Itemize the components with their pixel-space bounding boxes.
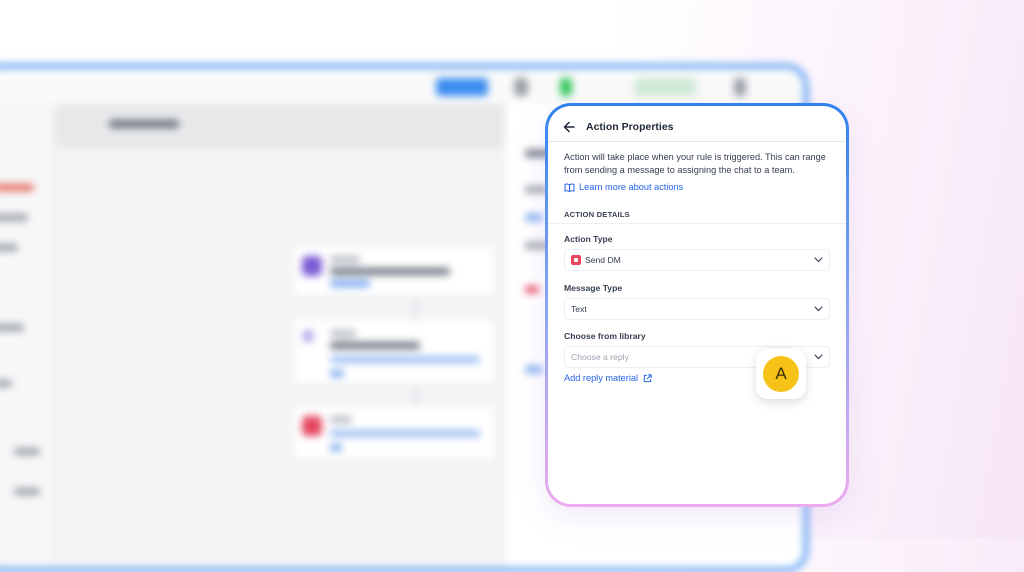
background-topbar-icon: [514, 78, 528, 96]
background-flow-card: [294, 406, 494, 460]
chevron-down-icon: [814, 257, 823, 263]
background-connector: [414, 298, 416, 318]
message-type-label: Message Type: [564, 283, 623, 293]
background-card-line: [330, 370, 344, 377]
background-sidebar-item: [0, 184, 34, 191]
background-sidebar-item: [0, 380, 12, 387]
avatar-card: A: [756, 349, 806, 399]
learn-more-label: Learn more about actions: [579, 182, 684, 192]
action-type-value: Send DM: [585, 255, 621, 265]
background-card-line: [330, 330, 356, 337]
message-type-value: Text: [571, 304, 587, 314]
avatar: A: [763, 356, 799, 392]
panel-title: Action Properties: [586, 121, 674, 133]
background-card-line: [330, 430, 480, 437]
send-dm-icon: [571, 255, 581, 265]
background-topbar: [0, 68, 804, 105]
background-sidebar-item: [0, 324, 24, 331]
background-card-icon: [302, 416, 322, 436]
background-subtitle: [109, 120, 179, 128]
add-reply-material-link[interactable]: Add reply material: [564, 373, 652, 383]
message-type-select[interactable]: Text: [564, 298, 830, 320]
background-card-line: [330, 444, 342, 451]
background-sidebar-item: [0, 214, 28, 221]
learn-more-link[interactable]: Learn more about actions: [564, 182, 683, 192]
background-card-line: [330, 256, 360, 263]
background-card-line: [330, 416, 352, 423]
panel-description: Action will take place when your rule is…: [564, 152, 826, 175]
action-type-select[interactable]: Send DM: [564, 249, 830, 271]
background-panel-line: [525, 214, 543, 221]
background-flow-card: [294, 320, 494, 384]
background-card-line: [330, 356, 480, 363]
header-divider: [548, 141, 846, 142]
book-icon: [564, 183, 575, 192]
background-card-icon: [302, 256, 322, 276]
action-properties-panel: Action Properties Action will take place…: [545, 103, 849, 507]
background-connector: [414, 386, 416, 406]
background-topbar-icon: [560, 78, 572, 96]
action-type-label: Action Type: [564, 234, 613, 244]
background-card-line: [330, 280, 370, 287]
back-arrow-icon[interactable]: [562, 120, 576, 134]
chevron-down-icon: [814, 354, 823, 360]
background-flow-card: [294, 246, 494, 296]
background-sidebar: [0, 104, 55, 568]
background-sidebar-item: [14, 448, 40, 455]
background-card-icon: [302, 330, 314, 342]
background-topbar-badge: [634, 78, 696, 96]
background-sidebar-item: [14, 488, 40, 495]
background-topbar-icon: [734, 78, 746, 96]
panel-header: Action Properties: [562, 117, 832, 137]
library-label: Choose from library: [564, 331, 646, 341]
background-topbar-button: [436, 78, 488, 96]
background-panel-line: [525, 366, 543, 373]
external-link-icon: [643, 373, 652, 382]
section-title: ACTION DETAILS: [564, 210, 630, 219]
section-divider: [548, 223, 846, 224]
background-sidebar-item: [0, 244, 18, 251]
background-panel-line: [525, 286, 539, 293]
add-reply-label: Add reply material: [564, 373, 639, 383]
chevron-down-icon: [814, 306, 823, 312]
background-card-line: [330, 342, 420, 349]
background-card-line: [330, 268, 450, 275]
